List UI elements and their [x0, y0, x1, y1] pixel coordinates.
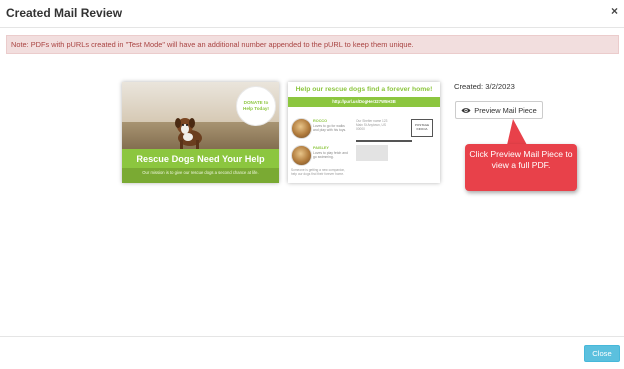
- pet-name-rocco: ROCCO: [313, 119, 328, 123]
- test-mode-notice: Note: PDFs with pURLs created in "Test M…: [6, 35, 619, 54]
- donate-badge: DONATE to Help Today!: [236, 86, 276, 126]
- front-headline: Rescue Dogs Need Your Help: [122, 149, 279, 169]
- postage-indicia: POSTAGE INDICIA: [411, 119, 433, 137]
- front-subline: Our mission is to give our rescue dogs a…: [122, 168, 279, 183]
- mail-piece-front-thumbnail: DONATE to Help Today! Rescue Dogs Need Y…: [122, 82, 279, 183]
- dog-photo: [175, 118, 202, 149]
- donate-label: DONATE to Help Today!: [243, 100, 269, 111]
- pet-photo-rocco: [291, 118, 312, 139]
- back-headline: Help our rescue dogs find a forever home…: [295, 86, 433, 93]
- preview-button-label: Preview Mail Piece: [474, 105, 537, 115]
- back-purl: http://purl.us/DogHer327W5H3B: [288, 97, 440, 107]
- back-footer-text: Someone is getting a new companion, help…: [291, 168, 346, 177]
- close-icon[interactable]: ×: [611, 5, 618, 17]
- redacted-address: [356, 145, 388, 161]
- modal-title: Created Mail Review: [6, 6, 123, 20]
- pet-photo-paisley: [291, 145, 312, 166]
- pet-text-rocco: Loves to go for walks and play with his …: [313, 124, 347, 133]
- address-line: [356, 140, 412, 142]
- help-callout: Click Preview Mail Piece to view a full …: [465, 144, 577, 191]
- pet-name-paisley: PAISLEY: [313, 146, 329, 150]
- modal-header: Created Mail Review ×: [0, 0, 624, 28]
- close-button[interactable]: Close: [584, 345, 620, 362]
- pet-text-paisley: Loves to play fetch and go swimming.: [313, 151, 348, 160]
- return-address: Our Shelter name 123 Main St Anytown, US…: [356, 119, 388, 132]
- eye-icon: [461, 107, 471, 113]
- created-date: Created: 3/2/2023: [454, 82, 515, 91]
- callout-text: Click Preview Mail Piece to view a full …: [469, 149, 573, 170]
- mail-piece-back-thumbnail: Help our rescue dogs find a forever home…: [288, 82, 440, 183]
- modal-footer: Close: [0, 336, 624, 369]
- callout-pointer: [507, 119, 527, 145]
